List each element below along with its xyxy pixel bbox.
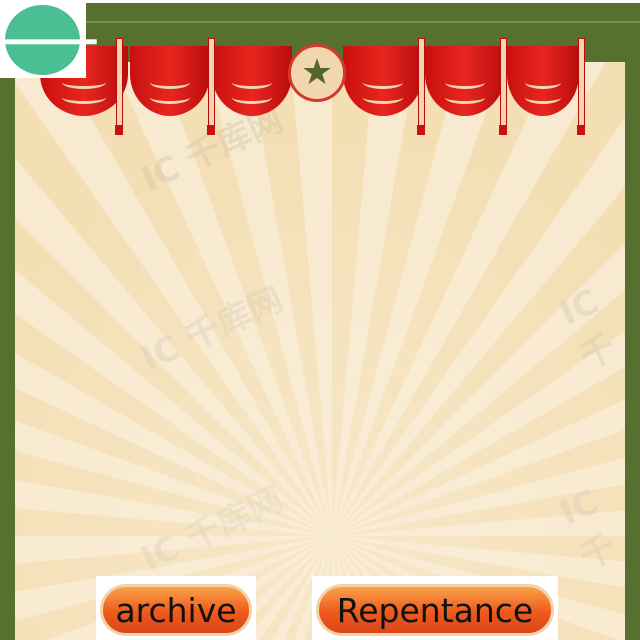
watermark: IC 千 [553,481,622,578]
watermark: IC 千库网 [135,279,290,380]
sunburst-background: IC 千库网 IC 千库网 IC 千库网 IC 千 IC 千 [15,62,625,640]
back-button[interactable]: 🡐 [0,0,102,78]
star-icon: ★ [288,44,346,102]
archive-button[interactable]: archive [100,584,252,636]
watermark: IC 千库网 [135,479,290,580]
watermark: IC 千 [553,281,622,378]
red-bunting-banner: ★ [38,38,618,138]
arrow-left-icon: 🡐 [0,5,102,75]
repentance-button[interactable]: Repentance [316,584,554,636]
